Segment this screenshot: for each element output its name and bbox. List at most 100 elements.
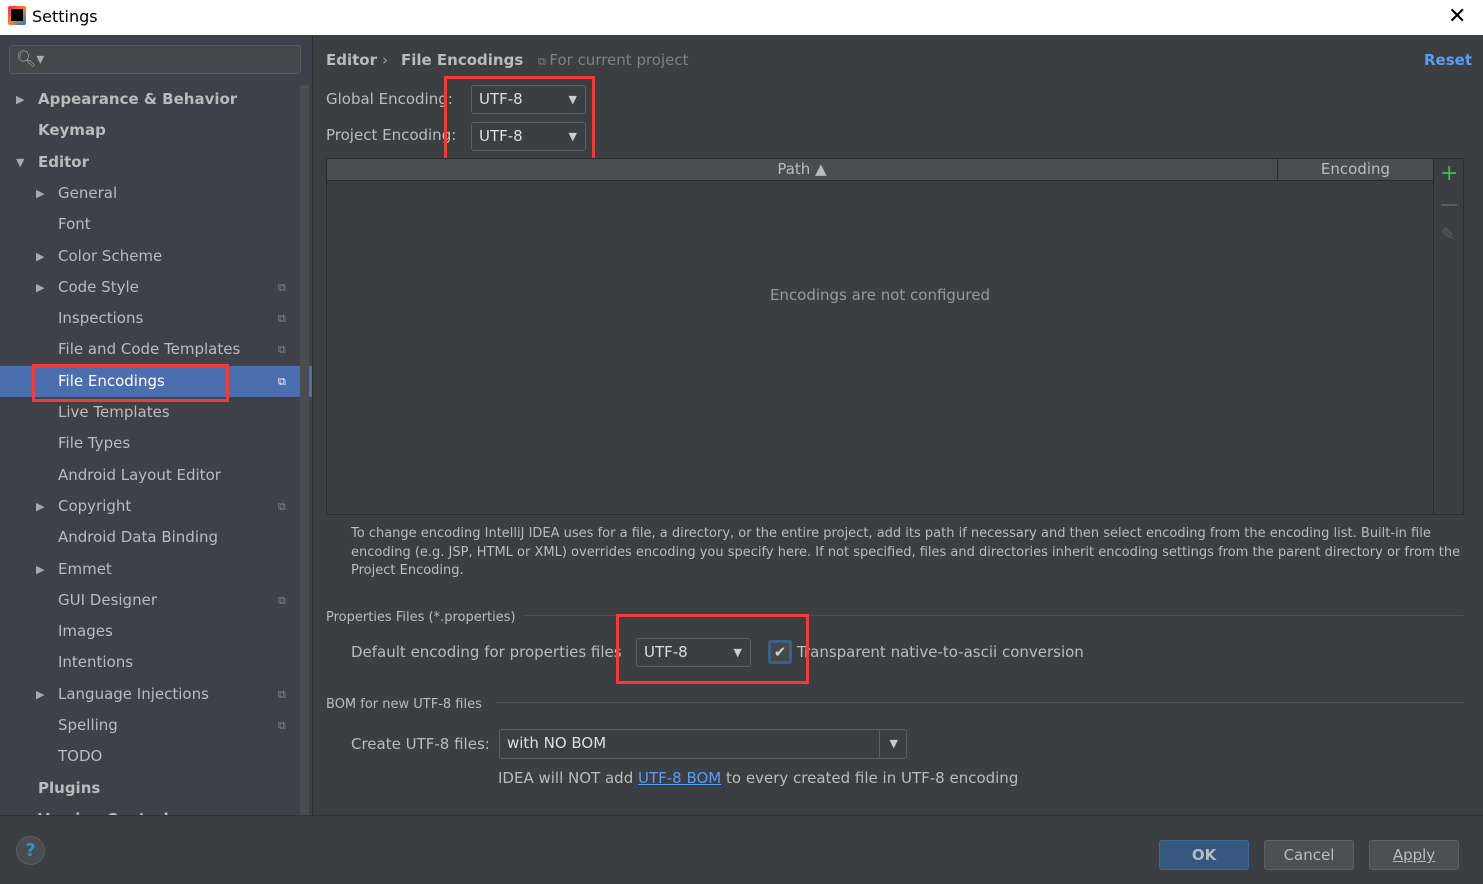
chevron-right-icon[interactable]: ▶ [36, 241, 44, 272]
sidebar-item-label: TODO [58, 747, 103, 766]
sidebar-item-gui-designer[interactable]: GUI Designer ⧉ [0, 585, 300, 616]
intellij-logo-icon [8, 6, 26, 25]
sidebar-item-spelling[interactable]: Spelling ⧉ [0, 710, 300, 741]
properties-section-title: Properties Files (*.properties) [326, 610, 516, 625]
chevron-down-icon: ▼ [889, 737, 898, 750]
sidebar-item-keymap[interactable]: Keymap [0, 115, 300, 146]
ok-button[interactable]: OK [1159, 840, 1249, 870]
title-bar: Settings ✕ [0, 0, 1483, 35]
project-scope-icon: ⧉ [538, 55, 550, 68]
sidebar-item-android-data-binding[interactable]: Android Data Binding [0, 522, 300, 553]
column-encoding[interactable]: Encoding [1278, 160, 1433, 178]
create-utf8-label: Create UTF-8 files: [351, 735, 490, 753]
sidebar-item-plugins[interactable]: Plugins [0, 773, 300, 804]
sidebar-item-label: Emmet [58, 559, 112, 578]
bom-info: IDEA will NOT add UTF-8 BOM to every cre… [498, 769, 1019, 787]
project-encoding-label: Project Encoding: [326, 126, 457, 144]
column-path[interactable]: Path ▲ [327, 160, 1277, 178]
sidebar-item-editor[interactable]: ▼ Editor [0, 147, 300, 178]
sidebar-item-emmet[interactable]: ▶ Emmet [0, 554, 300, 585]
global-encoding-label: Global Encoding: [326, 90, 453, 108]
table-header: Path ▲ Encoding [327, 159, 1433, 181]
apply-button[interactable]: Apply [1369, 840, 1459, 870]
project-scope-icon: ⧉ [278, 374, 286, 388]
plus-icon[interactable]: + [1440, 161, 1458, 186]
sidebar-item-label: Live Templates [58, 403, 170, 421]
sidebar-item-label: Inspections [58, 309, 144, 328]
dialog-footer: ? OK Cancel Apply [0, 815, 1483, 884]
search-icon: 🔍︎▾ [16, 49, 45, 68]
highlight-box [32, 363, 229, 402]
project-scope-label: ⧉ For current project [538, 51, 689, 69]
chevron-right-icon[interactable]: ▶ [36, 272, 44, 303]
sidebar-item-font[interactable]: Font [0, 209, 300, 240]
project-scope-icon: ⧉ [278, 719, 286, 732]
cancel-button[interactable]: Cancel [1264, 840, 1354, 870]
settings-sidebar: 🔍︎▾ ▶ Appearance & Behavior Keymap ▼ Editor ▶… [0, 35, 312, 815]
sidebar-item-language-injections[interactable]: ▶ Language Injections ⧉ [0, 679, 300, 710]
reset-link[interactable]: Reset [1424, 51, 1472, 69]
chevron-right-icon[interactable]: ▶ [36, 491, 44, 522]
sidebar-item-label: Code Style [58, 277, 139, 296]
sidebar-item-todo[interactable]: TODO [0, 741, 300, 772]
empty-text: Encodings are not configured [769, 286, 991, 304]
project-scope-icon: ⧉ [278, 280, 286, 294]
sidebar-item-label: Copyright [58, 496, 132, 515]
sidebar-item-label: Appearance & Behavior [38, 90, 238, 108]
sidebar-scrollbar[interactable] [300, 85, 309, 815]
sidebar-item-label: Color Scheme [58, 246, 163, 265]
breadcrumb-parent[interactable]: Editor [326, 51, 377, 69]
sidebar-item-label: File and Code Templates [58, 340, 241, 359]
sidebar-item-label: Editor [38, 152, 89, 171]
project-scope-icon: ⧉ [278, 343, 286, 357]
sidebar-item-label: Keymap [38, 121, 106, 140]
chevron-right-icon[interactable]: ▶ [16, 804, 24, 815]
sidebar-item-label: Intentions [58, 653, 134, 672]
search-input[interactable]: 🔍︎▾ [9, 45, 301, 74]
project-scope-icon: ⧉ [278, 499, 286, 513]
chevron-right-icon[interactable]: ▶ [16, 84, 24, 115]
sidebar-item-copyright[interactable]: ▶ Copyright ⧉ [0, 491, 300, 522]
encodings-table: Path ▲ Encoding Encodings are not config… [326, 158, 1464, 515]
edit-icon[interactable]: ✎ [1441, 225, 1455, 245]
utf8-bom-link[interactable]: UTF-8 BOM [638, 769, 721, 787]
sidebar-item-file-types[interactable]: File Types [0, 428, 300, 459]
sidebar-item-label: General [58, 183, 118, 202]
sidebar-item-label: Android Layout Editor [58, 465, 221, 484]
sidebar-item-label: Android Data Binding [58, 528, 219, 547]
table-toolbar: + ✎ [1433, 159, 1464, 514]
sidebar-item-live-templates[interactable]: Live Templates [0, 397, 300, 428]
sidebar-item-label: Spelling [58, 716, 118, 734]
chevron-right-icon[interactable]: ▶ [36, 554, 44, 585]
divider [312, 35, 313, 815]
chevron-right-icon[interactable]: ▶ [36, 679, 44, 710]
chevron-down-icon[interactable]: ▼ [16, 147, 24, 178]
sidebar-item-label: Images [58, 622, 113, 641]
project-scope-icon: ⧉ [278, 687, 286, 701]
sidebar-item-version-control[interactable]: ▶ Version Control ⧉ [0, 804, 300, 815]
sidebar-item-label: Plugins [38, 778, 101, 797]
sidebar-item-code-style[interactable]: ▶ Code Style ⧉ [0, 272, 300, 303]
sidebar-item-inspections[interactable]: Inspections ⧉ [0, 303, 300, 334]
native-to-ascii-label[interactable]: Transparent native-to-ascii conversion [797, 643, 1084, 661]
sidebar-item-file-and-code-templates[interactable]: File and Code Templates ⧉ [0, 334, 300, 365]
help-note: To change encoding IntelliJ IDEA uses fo… [351, 526, 1461, 578]
sidebar-item-general[interactable]: ▶ General [0, 178, 300, 209]
breadcrumb-separator: › [382, 51, 388, 69]
sidebar-item-appearance-behavior[interactable]: ▶ Appearance & Behavior [0, 84, 300, 115]
sidebar-item-label: File Types [58, 434, 131, 453]
close-icon[interactable]: ✕ [1448, 4, 1466, 29]
sidebar-item-android-layout-editor[interactable]: Android Layout Editor [0, 460, 300, 491]
sidebar-item-color-scheme[interactable]: ▶ Color Scheme [0, 241, 300, 272]
help-icon[interactable]: ? [16, 836, 45, 865]
highlight-box [616, 614, 809, 684]
chevron-right-icon[interactable]: ▶ [36, 178, 44, 209]
sidebar-item-file-encodings[interactable]: File Encodings ⧉ [0, 363, 312, 402]
highlight-box [444, 76, 595, 166]
minus-icon[interactable] [1441, 204, 1457, 206]
sidebar-item-images[interactable]: Images [0, 616, 300, 647]
sidebar-item-label: Version Control [38, 804, 169, 815]
page-title: File Encodings [401, 51, 524, 69]
sidebar-item-intentions[interactable]: Intentions [0, 647, 300, 678]
bom-select[interactable]: with NO BOM ▼ [499, 729, 907, 759]
